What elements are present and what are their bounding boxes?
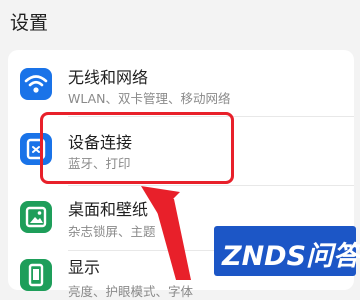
watermark-text: ZNDS问答 xyxy=(222,241,360,272)
watermark-logo: ZNDS问答 xyxy=(214,226,360,276)
settings-item-subtitle: 亮度、护眼模式、字体 xyxy=(68,284,194,299)
